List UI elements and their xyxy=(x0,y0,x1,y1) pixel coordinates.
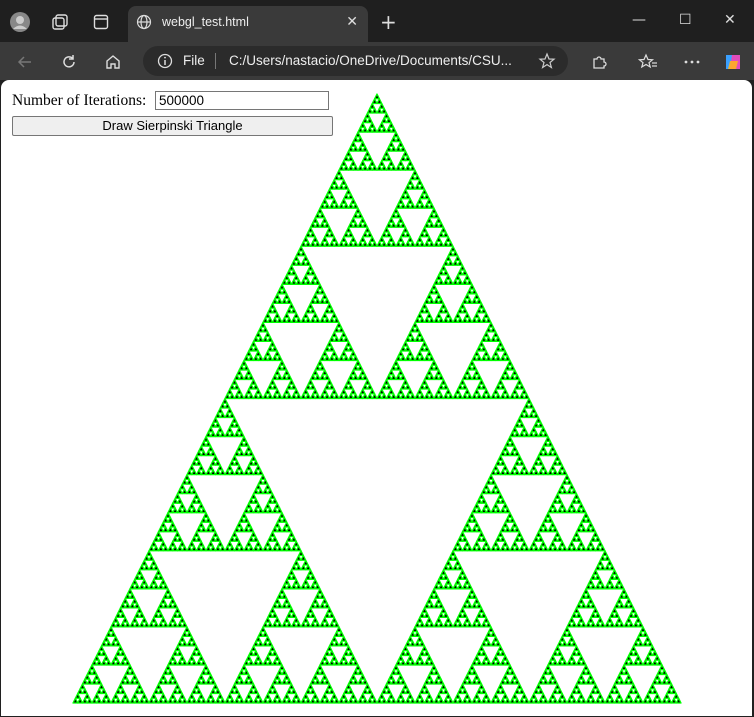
address-url[interactable]: C:/Users/nastacio/OneDrive/Documents/CSU… xyxy=(229,53,512,68)
window-close-icon[interactable]: ✕ xyxy=(724,12,736,28)
back-icon[interactable] xyxy=(14,51,36,73)
address-bar[interactable]: File C:/Users/nastacio/OneDrive/Document… xyxy=(143,46,568,76)
copilot-icon[interactable] xyxy=(722,51,744,73)
sierpinski-triangle xyxy=(72,93,682,704)
iterations-label: Number of Iterations: xyxy=(12,92,147,109)
maximize-icon[interactable]: ☐ xyxy=(679,12,692,28)
favorite-star-icon[interactable] xyxy=(538,52,556,70)
iterations-input[interactable] xyxy=(155,91,329,110)
home-icon[interactable] xyxy=(102,51,124,73)
address-scheme-label: File xyxy=(183,53,205,68)
page-content: Number of Iterations: Draw Sierpinski Tr… xyxy=(1,80,752,716)
active-tab[interactable]: webgl_test.html ✕ xyxy=(128,6,368,42)
tab-title: webgl_test.html xyxy=(162,15,249,29)
profile-icon[interactable] xyxy=(8,10,32,34)
draw-button[interactable]: Draw Sierpinski Triangle xyxy=(12,116,333,136)
favorites-icon[interactable] xyxy=(637,51,659,73)
minimize-icon[interactable]: — xyxy=(632,12,646,28)
more-icon[interactable] xyxy=(681,51,703,73)
browser-toolbar: File C:/Users/nastacio/OneDrive/Document… xyxy=(0,42,754,80)
tab-actions-icon[interactable] xyxy=(89,10,113,34)
info-icon[interactable] xyxy=(157,53,173,69)
address-divider xyxy=(215,53,216,69)
refresh-icon[interactable] xyxy=(58,51,80,73)
globe-icon xyxy=(136,14,152,30)
new-tab-icon[interactable]: + xyxy=(380,12,397,32)
close-icon[interactable]: ✕ xyxy=(346,14,358,30)
title-bar: webgl_test.html ✕ + — ☐ ✕ xyxy=(0,0,754,42)
workspaces-icon[interactable] xyxy=(48,10,72,34)
extensions-icon[interactable] xyxy=(588,51,610,73)
